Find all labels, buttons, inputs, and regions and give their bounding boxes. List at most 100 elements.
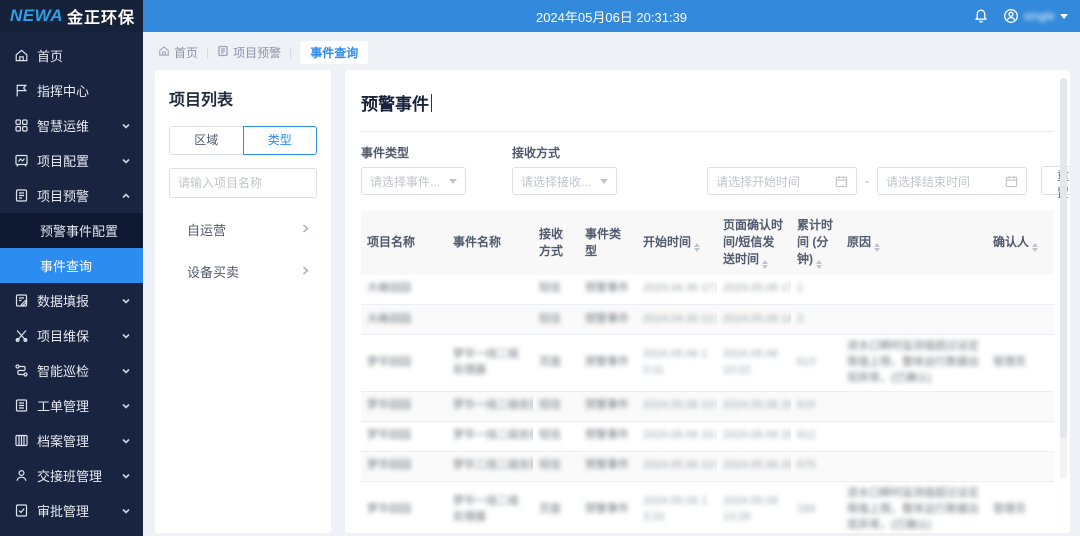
- end-time-picker[interactable]: 请选择结束时间: [877, 167, 1027, 195]
- project-list-panel: 项目列表 区域类型 自运营设备买卖: [155, 70, 331, 533]
- start-time-picker[interactable]: 请选择开始时间: [707, 167, 857, 195]
- doc-icon: [217, 45, 229, 60]
- breadcrumb-item-project-alert[interactable]: 项目预警: [217, 44, 281, 61]
- events-table: 项目名称事件名称接收方式事件类型开始时间页面确认时间/短信发送时间累计时间 (分…: [361, 211, 1054, 533]
- cell-start: 2024.05.06 10:11: [637, 451, 717, 481]
- sidebar-item-project-maintenance[interactable]: 项目维保: [0, 318, 143, 353]
- calendar-icon: [835, 175, 848, 188]
- sidebar-subitem-label: 预警事件配置: [40, 221, 118, 240]
- tab-type[interactable]: 类型: [243, 126, 318, 155]
- sidebar-item-archive[interactable]: 档案管理: [0, 423, 143, 458]
- sidebar-item-label: 项目配置: [37, 151, 121, 170]
- user-dropdown-caret-icon: [1060, 14, 1068, 19]
- project-tree-item-self-operated[interactable]: 自运营: [169, 208, 317, 250]
- table-header-cell: 页面确认时间/短信发送时间: [717, 211, 791, 275]
- logo-text-en: NEWA: [10, 6, 63, 26]
- sort-icon[interactable]: [762, 260, 768, 269]
- receive-method-select[interactable]: 请选择接收...: [512, 167, 617, 195]
- column-label: 原因: [847, 235, 871, 249]
- cell-reason: [841, 451, 987, 481]
- config-icon: [14, 153, 29, 168]
- column-label: 确认人: [993, 235, 1029, 249]
- tab-region[interactable]: 区域: [169, 126, 243, 155]
- cell-type: 预警事件: [579, 391, 637, 421]
- sidebar-item-command-center[interactable]: 指挥中心: [0, 73, 143, 108]
- cell-confirmer: [987, 451, 1054, 481]
- table-header-cell: 原因: [841, 211, 987, 275]
- report-icon: [14, 293, 29, 308]
- table-row: 梦华田园梦华一线二级处理器页面预警事件2024.05.06 13:242024.…: [361, 481, 1054, 533]
- sidebar-subitem-alert-event-config[interactable]: 预警事件配置: [0, 213, 143, 248]
- project-list-title: 项目列表: [169, 86, 317, 110]
- avatar-icon: [1003, 8, 1019, 24]
- chevron-down-icon: [121, 401, 131, 411]
- cell-type: 预警事件: [579, 481, 637, 533]
- breadcrumb-item-home[interactable]: 首页: [158, 44, 198, 61]
- sort-icon[interactable]: [874, 243, 880, 252]
- cell-confirm: 2024.05.06 10:22: [717, 335, 791, 392]
- breadcrumb-item-event-query[interactable]: 事件查询: [300, 41, 368, 64]
- text-cursor: [431, 94, 432, 112]
- sidebar-item-home[interactable]: 首页: [0, 38, 143, 73]
- sort-icon[interactable]: [1032, 243, 1038, 252]
- cell-receive: 短信: [533, 451, 579, 481]
- user-menu[interactable]: single: [1003, 8, 1068, 24]
- event-type-filter-label: 事件类型: [361, 144, 466, 161]
- date-range-separator: -: [865, 174, 869, 188]
- cell-start: 2024.04.30 17:05: [637, 275, 717, 305]
- cell-event: 梦华一线二级处理器: [447, 421, 533, 451]
- cell-receive: 页面: [533, 335, 579, 392]
- workorder-icon: [14, 398, 29, 413]
- cell-minutes: 612: [791, 421, 841, 451]
- username-label: single: [1024, 9, 1055, 23]
- cell-reason: [841, 305, 987, 335]
- sidebar-item-project-alert[interactable]: 项目预警: [0, 178, 143, 213]
- sidebar-item-label: 交接班管理: [37, 466, 121, 485]
- sidebar-item-shift-management[interactable]: 交接班管理: [0, 458, 143, 493]
- event-type-select[interactable]: 请选择事件...: [361, 167, 466, 195]
- cell-project: 梦华田园: [361, 451, 447, 481]
- cell-confirm: 2024.05.06 17:05: [717, 275, 791, 305]
- chevron-up-icon: [121, 191, 131, 201]
- receive-method-placeholder: 请选择接收...: [521, 173, 591, 190]
- chevron-down-icon: [121, 366, 131, 376]
- sidebar-item-approval[interactable]: 审批管理: [0, 493, 143, 528]
- cell-minutes: 615: [791, 391, 841, 421]
- cell-event: 梦华一线二级处理器: [447, 481, 533, 533]
- sidebar-subitem-event-query[interactable]: 事件查询: [0, 248, 143, 283]
- project-tree-item-label: 自运营: [187, 220, 226, 239]
- sidebar-item-smart-ops[interactable]: 智慧运维: [0, 108, 143, 143]
- cell-event: 梦华二线二级处理器: [447, 451, 533, 481]
- sort-icon[interactable]: [816, 260, 822, 269]
- cell-event: 梦华一线二级处理器: [447, 391, 533, 421]
- column-label: 累计时间 (分钟): [797, 218, 833, 266]
- home-icon: [158, 45, 170, 60]
- scrollbar-thumb[interactable]: [1060, 78, 1067, 438]
- chevron-down-icon: [121, 331, 131, 341]
- sidebar-item-data-report[interactable]: 数据填报: [0, 283, 143, 318]
- sort-icon[interactable]: [694, 243, 700, 252]
- sidebar-subitem-label: 事件查询: [40, 256, 92, 275]
- table-header-cell: 项目名称: [361, 211, 447, 275]
- sidebar-item-smart-patrol[interactable]: 智能巡检: [0, 353, 143, 388]
- cell-type: 预警事件: [579, 305, 637, 335]
- cell-confirmer: [987, 305, 1054, 335]
- column-label: 开始时间: [643, 235, 691, 249]
- bell-icon[interactable]: [973, 8, 989, 24]
- tools-icon: [14, 328, 29, 343]
- alert-doc-icon: [14, 188, 29, 203]
- cell-confirm: 2024.05.06 20:28: [717, 391, 791, 421]
- sidebar-item-project-config[interactable]: 项目配置: [0, 143, 143, 178]
- sidebar-item-work-order[interactable]: 工单管理: [0, 388, 143, 423]
- project-tree-item-equipment-trade[interactable]: 设备买卖: [169, 250, 317, 292]
- home-icon: [14, 48, 29, 63]
- sidebar-item-label: 审批管理: [37, 501, 121, 520]
- scrollbar-track[interactable]: [1060, 78, 1067, 478]
- sidebar-menu: 首页指挥中心智慧运维项目配置项目预警预警事件配置事件查询数据填报项目维保智能巡检…: [0, 32, 143, 528]
- project-search-input[interactable]: [169, 168, 317, 198]
- cell-confirm: 2024.05.06 20:28: [717, 451, 791, 481]
- cell-confirmer: [987, 275, 1054, 305]
- project-tree: 自运营设备买卖: [169, 208, 317, 292]
- archive-icon: [14, 433, 29, 448]
- chevron-down-icon: [449, 179, 457, 184]
